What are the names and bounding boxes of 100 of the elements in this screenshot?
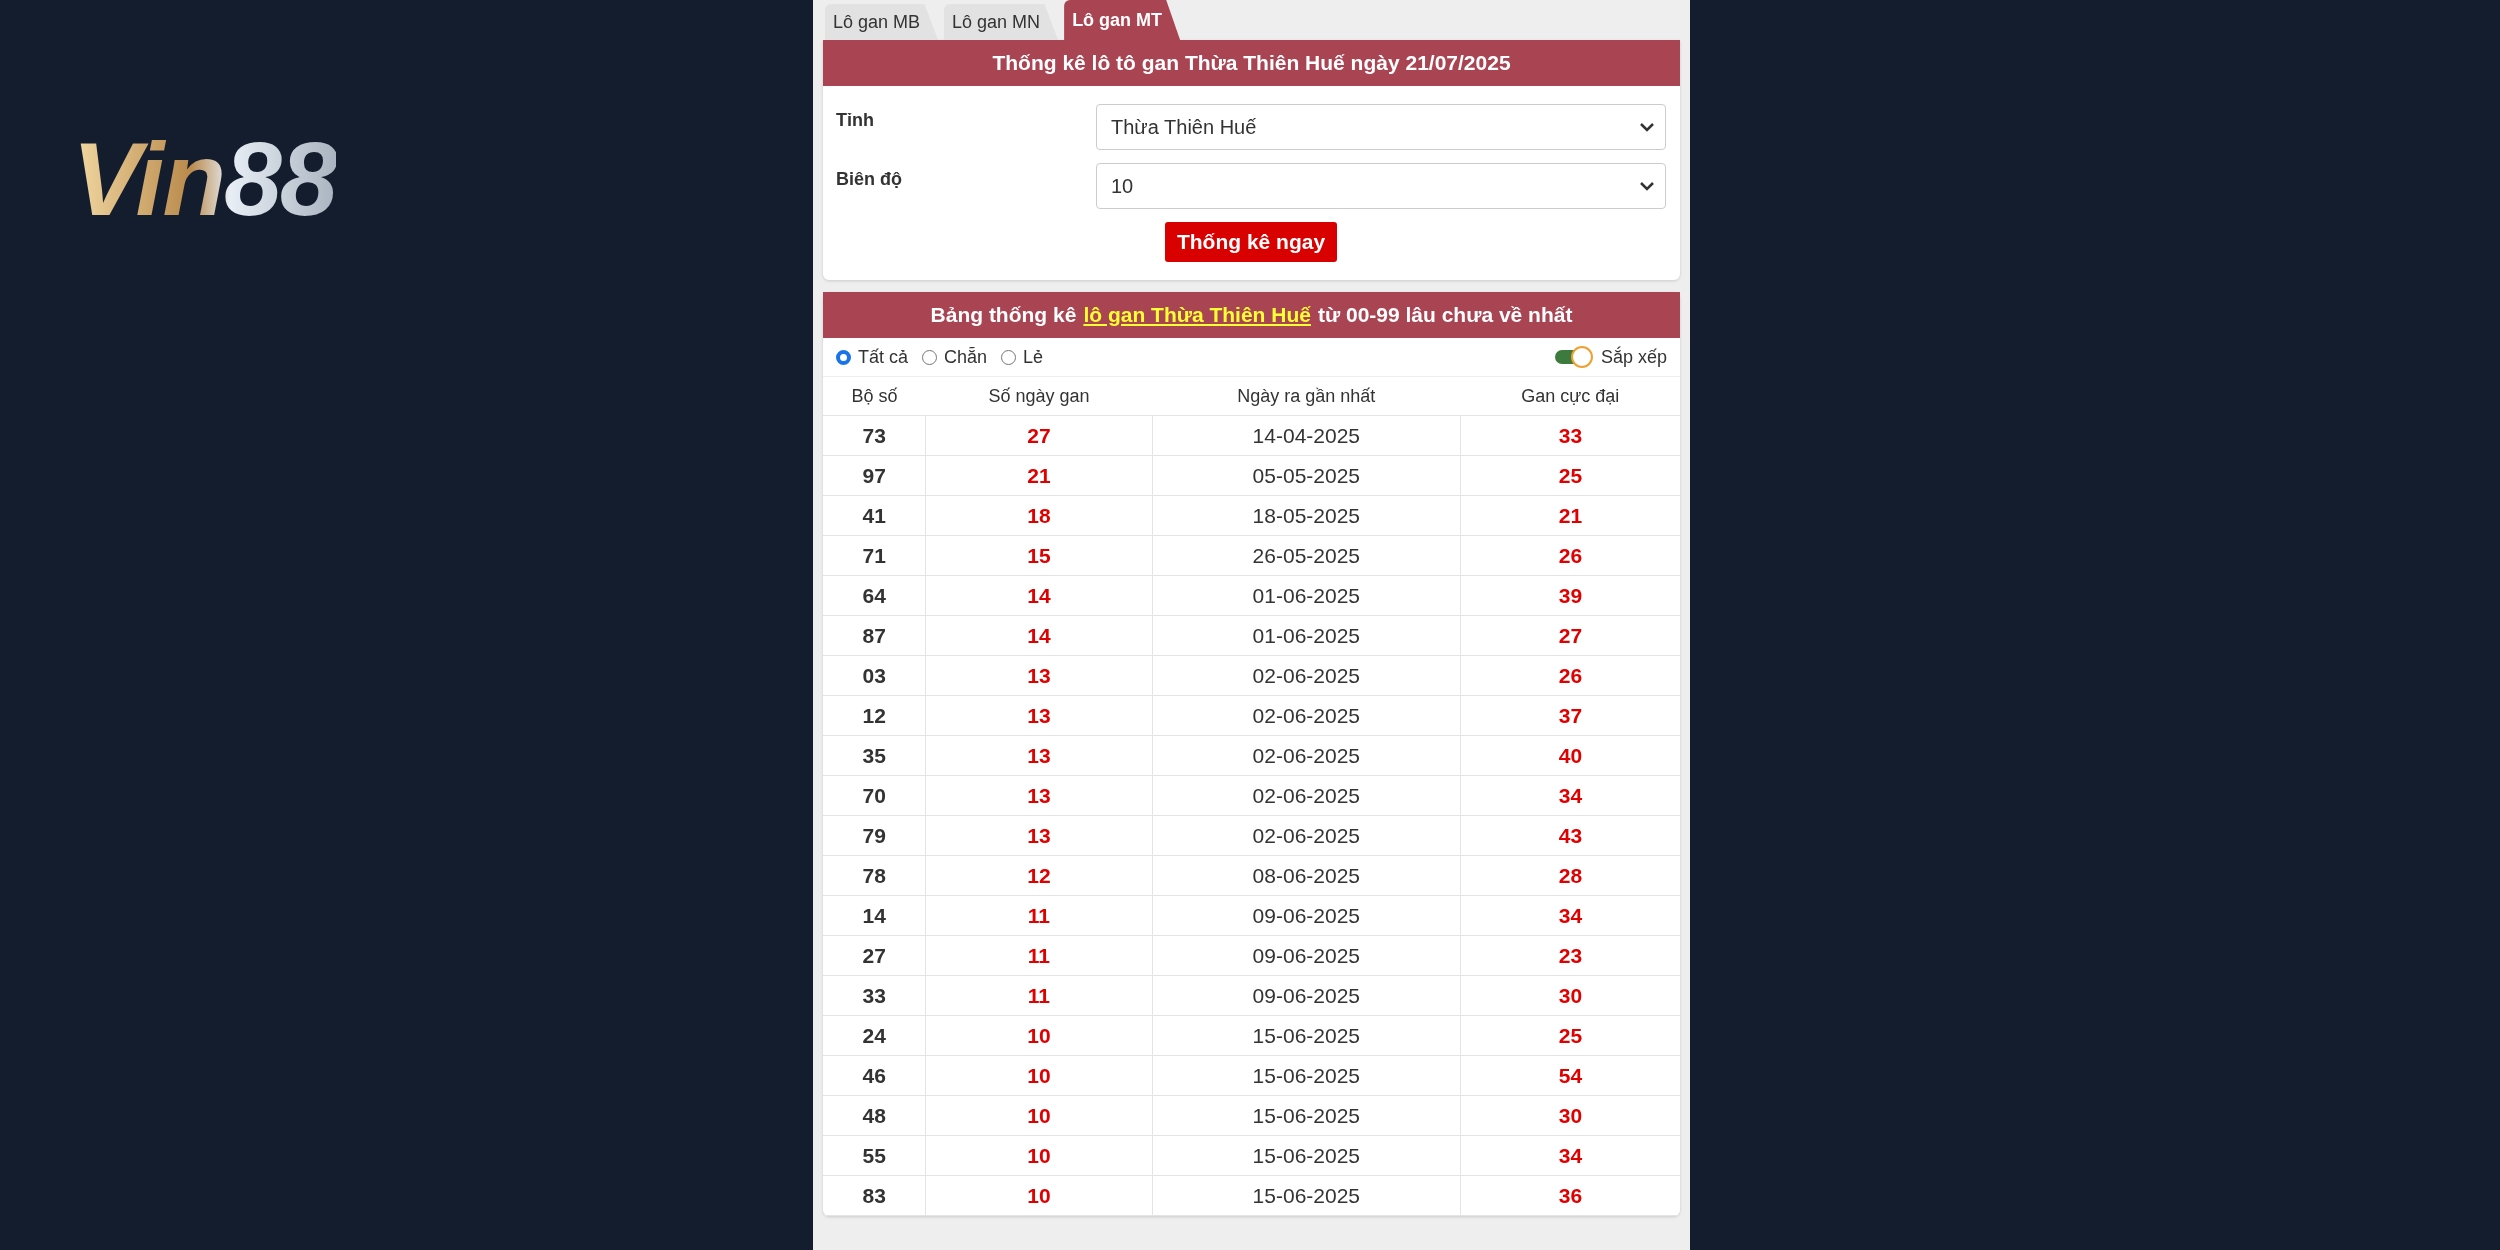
table-cell: 48 — [823, 1095, 926, 1136]
table-cell: 15-06-2025 — [1152, 1055, 1461, 1096]
table-cell: 03 — [823, 655, 926, 696]
table-cell: 30 — [1460, 1095, 1680, 1136]
table-cell: 14 — [823, 895, 926, 936]
table-cell: 13 — [925, 815, 1153, 856]
table-cell: 09-06-2025 — [1152, 935, 1461, 976]
table-cell: 54 — [1460, 1055, 1680, 1096]
table-cell: 10 — [925, 1135, 1153, 1176]
table-cell: 02-06-2025 — [1152, 815, 1461, 856]
column-header: Gan cực đại — [1460, 377, 1680, 416]
table-cell: 40 — [1460, 735, 1680, 776]
table-cell: 21 — [1460, 495, 1680, 536]
table-cell: 25 — [1460, 455, 1680, 496]
table-cell: 10 — [925, 1055, 1153, 1096]
table-cell: 46 — [823, 1055, 926, 1096]
table-cell: 11 — [925, 935, 1153, 976]
table-cell: 10 — [925, 1175, 1153, 1216]
table-cell: 01-06-2025 — [1152, 575, 1461, 616]
table-cell: 18-05-2025 — [1152, 495, 1461, 536]
column-header: Ngày ra gần nhất — [1152, 377, 1461, 416]
table-cell: 87 — [823, 615, 926, 656]
table-cell: 24 — [823, 1015, 926, 1056]
table-cell: 43 — [1460, 815, 1680, 856]
title-link[interactable]: lô gan Thừa Thiên Huế — [1083, 303, 1311, 327]
radio-label: Chẵn — [944, 346, 988, 368]
table-cell: 02-06-2025 — [1152, 655, 1461, 696]
table-cell: 26 — [1460, 655, 1680, 696]
toggle-switch[interactable] — [1554, 346, 1595, 368]
table-cell: 14 — [925, 615, 1153, 656]
table-cell: 36 — [1460, 1175, 1680, 1216]
table-cell: 09-06-2025 — [1152, 975, 1461, 1016]
column-header: Số ngày gan — [925, 377, 1153, 416]
table-cell: 78 — [823, 855, 926, 896]
tab[interactable]: Lô gan MN — [944, 4, 1059, 40]
table-cell: 64 — [823, 575, 926, 616]
table-cell: 18 — [925, 495, 1153, 536]
chevron-down-icon — [1639, 122, 1655, 132]
radio-label: Lẻ — [1023, 346, 1044, 368]
table-cell: 02-06-2025 — [1152, 695, 1461, 736]
table-cell: 12 — [925, 855, 1153, 896]
table-cell: 08-06-2025 — [1152, 855, 1461, 896]
table-cell: 34 — [1460, 1135, 1680, 1176]
table-cell: 02-06-2025 — [1152, 775, 1461, 816]
table-cell: 21 — [925, 455, 1153, 496]
table-cell: 34 — [1460, 895, 1680, 936]
table-cell: 14-04-2025 — [1152, 415, 1461, 456]
radio-label: Tất cả — [858, 346, 909, 368]
tab[interactable]: Lô gan MB — [825, 4, 939, 40]
table-cell: 15-06-2025 — [1152, 1135, 1461, 1176]
table-cell: 13 — [925, 735, 1153, 776]
table-cell: 34 — [1460, 775, 1680, 816]
radio-option[interactable]: Lẻ — [1001, 346, 1044, 368]
tab[interactable]: Lô gan MT — [1064, 0, 1181, 40]
table-cell: 11 — [925, 975, 1153, 1016]
table-cell: 15-06-2025 — [1152, 1175, 1461, 1216]
table-cell: 26-05-2025 — [1152, 535, 1461, 576]
table-cell: 30 — [1460, 975, 1680, 1016]
table-cell: 41 — [823, 495, 926, 536]
toggle-label: Sắp xếp — [1600, 346, 1667, 368]
table-cell: 15-06-2025 — [1152, 1015, 1461, 1056]
radio-option[interactable]: Chẵn — [922, 346, 988, 368]
table-cell: 23 — [1460, 935, 1680, 976]
radio-option[interactable]: Tất cả — [836, 346, 909, 368]
table-cell: 97 — [823, 455, 926, 496]
table-cell: 25 — [1460, 1015, 1680, 1056]
field-label: Biên độ — [836, 168, 903, 190]
table-cell: 02-06-2025 — [1152, 735, 1461, 776]
table-cell: 13 — [925, 655, 1153, 696]
table-cell: 37 — [1460, 695, 1680, 736]
table-cell: 28 — [1460, 855, 1680, 896]
form-title: Thống kê lô tô gan Thừa Thiên Huế ngày 21/07/2025 — [823, 40, 1680, 86]
table-cell: 33 — [823, 975, 926, 1016]
chevron-down-icon — [1639, 181, 1655, 191]
table-title: Bảng thống kê — [930, 303, 1077, 327]
table-title: từ 00-99 lâu chưa về nhất — [1317, 303, 1573, 327]
table-cell: 79 — [823, 815, 926, 856]
select-field[interactable]: 10 — [1096, 163, 1666, 209]
table-cell: 39 — [1460, 575, 1680, 616]
table-cell: 15-06-2025 — [1152, 1095, 1461, 1136]
table-cell: 73 — [823, 415, 926, 456]
table-cell: 27 — [925, 415, 1153, 456]
table-cell: 55 — [823, 1135, 926, 1176]
field-label: Tỉnh — [836, 109, 875, 131]
table-cell: 01-06-2025 — [1152, 615, 1461, 656]
table-cell: 35 — [823, 735, 926, 776]
table-cell: 13 — [925, 775, 1153, 816]
table-cell: 33 — [1460, 415, 1680, 456]
table-cell: 71 — [823, 535, 926, 576]
table-cell: 12 — [823, 695, 926, 736]
submit-button[interactable]: Thống kê ngay — [1164, 222, 1338, 262]
table-cell: 13 — [925, 695, 1153, 736]
table-cell: 05-05-2025 — [1152, 455, 1461, 496]
table-cell: 27 — [1460, 615, 1680, 656]
table-cell: 10 — [925, 1095, 1153, 1136]
table-cell: 11 — [925, 895, 1153, 936]
select-field[interactable]: Thừa Thiên Huế — [1096, 104, 1666, 150]
table-cell: 83 — [823, 1175, 926, 1216]
table-cell: 10 — [925, 1015, 1153, 1056]
table-cell: 27 — [823, 935, 926, 976]
